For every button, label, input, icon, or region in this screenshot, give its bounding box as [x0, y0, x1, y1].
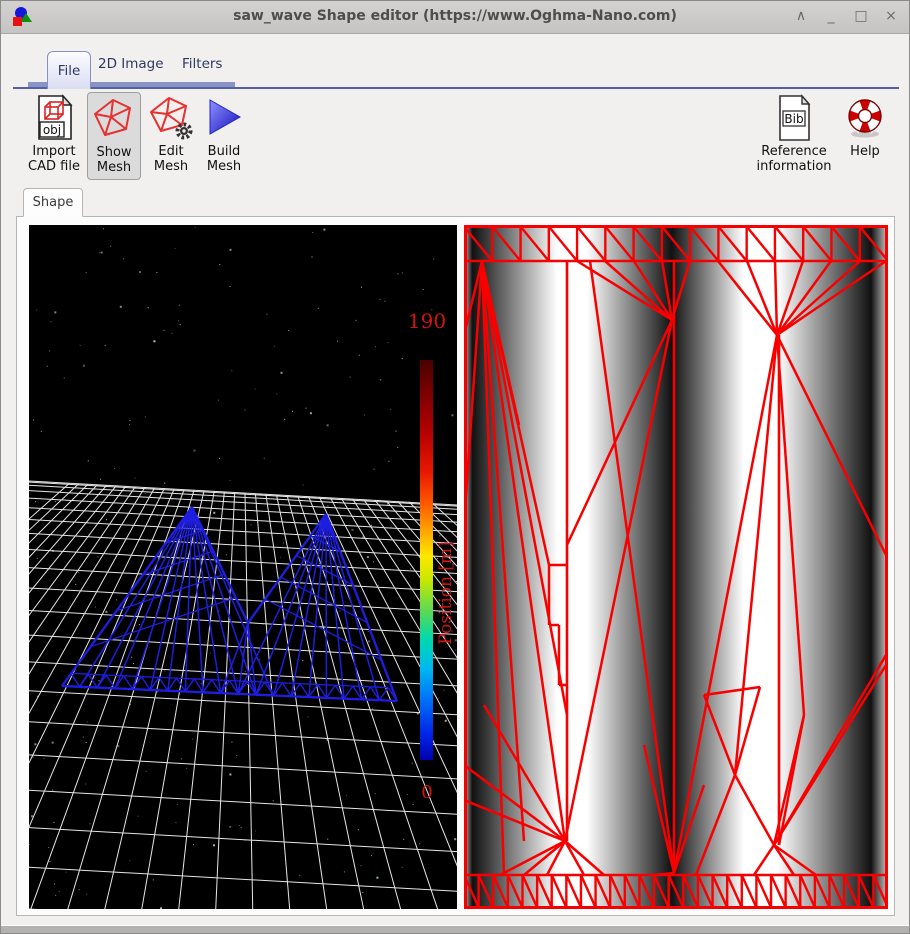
edit-mesh-button[interactable]: Edit Mesh	[145, 92, 197, 174]
reference-label-1: Reference	[761, 144, 827, 159]
play-triangle-icon	[199, 92, 249, 144]
import-cad-label-1: Import	[32, 144, 76, 159]
3d-scene-svg	[29, 226, 457, 909]
shade-button[interactable]: ∧	[791, 5, 811, 27]
obj-file-icon: obj	[21, 92, 87, 144]
shape-frame: 190 0 Position [m]	[16, 216, 895, 916]
bib-document-icon: Bib	[735, 92, 853, 144]
window-controls: ∧ _ □ ×	[791, 5, 901, 27]
shape-notebook: Shape 190 0 Position [m]	[1, 188, 909, 916]
reference-information-button[interactable]: Bib Reference information	[735, 92, 853, 174]
build-mesh-button[interactable]: Build Mesh	[199, 92, 249, 174]
edit-mesh-label-2: Mesh	[153, 159, 189, 174]
tab-2d-image[interactable]: 2D Image	[98, 56, 164, 72]
lifebuoy-icon	[839, 92, 891, 144]
tab-shape[interactable]: Shape	[23, 188, 83, 217]
show-mesh-button[interactable]: Show Mesh	[87, 92, 141, 180]
minimize-button[interactable]: _	[821, 5, 841, 27]
obj-icon-text: obj	[43, 123, 61, 137]
mesh-gear-icon	[145, 92, 197, 144]
main-tabbar: File 2D Image Filters	[1, 42, 909, 90]
maximize-button[interactable]: □	[851, 5, 871, 27]
mesh-icon	[88, 93, 140, 145]
edit-mesh-label-1: Edit	[158, 144, 184, 159]
tabbar-underline-thin	[13, 87, 899, 89]
2d-mesh-svg	[464, 225, 888, 909]
colorbar	[420, 360, 433, 760]
close-button[interactable]: ×	[881, 5, 901, 27]
help-label: Help	[850, 144, 880, 159]
window-title: saw_wave Shape editor (https://www.Oghma…	[233, 8, 677, 24]
build-mesh-label-2: Mesh	[206, 159, 242, 174]
build-mesh-label-1: Build	[207, 144, 241, 159]
shape-editor-window: saw_wave Shape editor (https://www.Oghma…	[0, 0, 910, 934]
colorbar-min-label: 0	[421, 782, 433, 803]
colorbar-max-label: 190	[407, 309, 447, 333]
import-cad-button[interactable]: obj Import CAD file	[21, 92, 87, 174]
3d-view[interactable]: 190 0 Position [m]	[29, 225, 457, 909]
tab-filters[interactable]: Filters	[182, 56, 222, 72]
import-cad-label-2: CAD file	[28, 159, 80, 174]
show-mesh-label-2: Mesh	[96, 160, 132, 175]
titlebar[interactable]: saw_wave Shape editor (https://www.Oghma…	[1, 1, 909, 34]
tab-file[interactable]: File	[47, 51, 91, 89]
toolbar: obj Import CAD file Show Mesh Edit Mesh …	[1, 90, 909, 184]
bib-icon-text: Bib	[784, 112, 803, 126]
reference-label-2: information	[756, 159, 832, 174]
window-bottom-edge	[1, 925, 909, 933]
2d-image-view[interactable]	[464, 225, 888, 909]
colorbar-axis-label: Position [m]	[436, 541, 456, 645]
help-button[interactable]: Help	[839, 92, 891, 159]
show-mesh-label-1: Show	[96, 145, 132, 160]
